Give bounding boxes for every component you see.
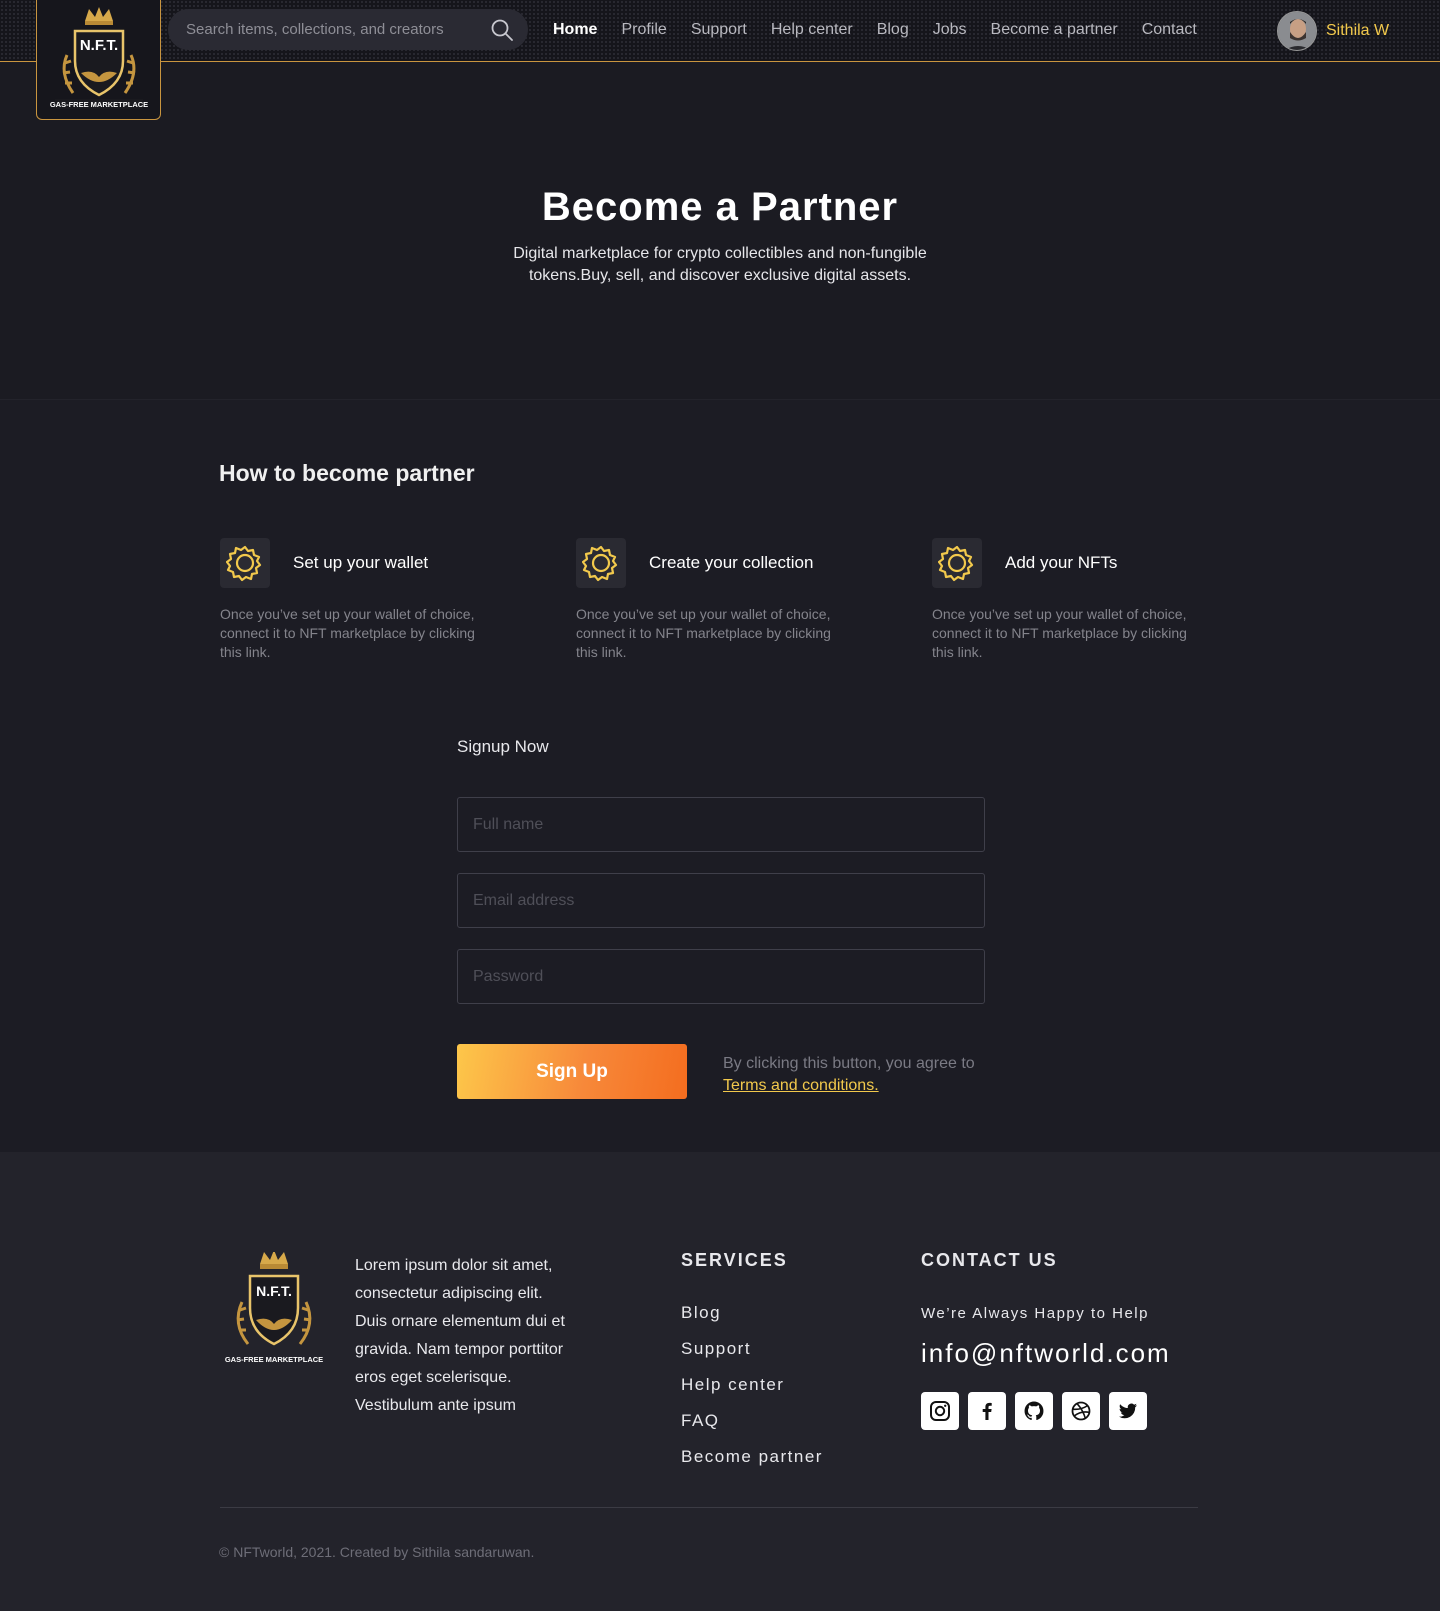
search-input[interactable] xyxy=(186,9,486,50)
hero-section: Become a Partner Digital marketplace for… xyxy=(0,63,1440,400)
signup-button[interactable]: Sign Up xyxy=(457,1044,687,1099)
terms-notice: By clicking this button, you agree to Te… xyxy=(723,1053,975,1097)
step-description: Once you’ve set up your wallet of choice… xyxy=(576,606,831,660)
page-title: Become a Partner xyxy=(541,185,899,229)
gear-icon xyxy=(932,538,982,588)
email-field[interactable] xyxy=(457,873,985,928)
nav-contact[interactable]: Contact xyxy=(1142,21,1197,39)
nav-profile[interactable]: Profile xyxy=(621,21,666,39)
site-logo[interactable]: N.F.T. GAS-FREE MARKETPLACE xyxy=(36,0,161,120)
user-avatar-icon xyxy=(1278,12,1316,50)
facebook-icon[interactable] xyxy=(968,1392,1006,1430)
logo-tagline-text: GAS-FREE MARKETPLACE xyxy=(49,100,147,109)
terms-link[interactable]: Terms and conditions. xyxy=(723,1077,879,1094)
twitter-icon[interactable] xyxy=(1109,1392,1147,1430)
services-heading: SERVICES xyxy=(681,1250,788,1270)
dribbble-icon[interactable] xyxy=(1062,1392,1100,1430)
step-title: Add your NFTs xyxy=(1005,553,1118,572)
social-links xyxy=(921,1392,1147,1430)
footer-about-text: Lorem ipsum dolor sit amet, consectetur … xyxy=(355,1257,565,1414)
gear-icon xyxy=(220,538,270,588)
instagram-icon[interactable] xyxy=(921,1392,959,1430)
footer-link-help-center[interactable]: Help center xyxy=(681,1373,823,1409)
user-menu[interactable]: Sithila W xyxy=(1277,11,1389,51)
contact-tagline: We’re Always Happy to Help xyxy=(921,1305,1149,1322)
hero-subtitle: Digital marketplace for crypto collectib… xyxy=(513,245,927,284)
step-title: Create your collection xyxy=(649,553,814,572)
fullname-field[interactable] xyxy=(457,797,985,852)
signup-title: Signup Now xyxy=(457,737,549,756)
top-navbar: Home Profile Support Help center Blog Jo… xyxy=(0,0,1440,62)
contact-heading: CONTACT US xyxy=(921,1250,1058,1270)
nav-jobs[interactable]: Jobs xyxy=(933,21,967,39)
footer-logo-brand: N.F.T. xyxy=(256,1283,292,1299)
contact-email[interactable]: info@nftworld.com xyxy=(921,1338,1171,1369)
copyright-text: © NFTworld, 2021. Created by Sithila san… xyxy=(219,1544,535,1560)
nav-blog[interactable]: Blog xyxy=(877,21,909,39)
services-list: Blog Support Help center FAQ Become part… xyxy=(681,1301,823,1481)
step-description: Once you’ve set up your wallet of choice… xyxy=(220,606,475,660)
nav-home[interactable]: Home xyxy=(553,21,597,39)
search-bar[interactable] xyxy=(168,9,528,50)
user-name[interactable]: Sithila W xyxy=(1326,22,1389,40)
nav-support[interactable]: Support xyxy=(691,21,747,39)
footer-divider xyxy=(220,1507,1198,1508)
password-field[interactable] xyxy=(457,949,985,1004)
footer-link-become-partner[interactable]: Become partner xyxy=(681,1445,823,1481)
how-section-title: How to become partner xyxy=(219,460,475,486)
footer: N.F.T. GAS-FREE MARKETPLACE Lorem ipsum … xyxy=(0,1152,1440,1611)
footer-link-blog[interactable]: Blog xyxy=(681,1301,823,1337)
footer-link-faq[interactable]: FAQ xyxy=(681,1409,823,1445)
nft-logo-icon: N.F.T. GAS-FREE MARKETPLACE xyxy=(49,7,148,109)
footer-logo[interactable]: N.F.T. GAS-FREE MARKETPLACE xyxy=(220,1252,328,1370)
gear-icon xyxy=(576,538,626,588)
terms-notice-text: By clicking this button, you agree to xyxy=(723,1055,975,1072)
footer-logo-tagline: GAS-FREE MARKETPLACE xyxy=(225,1355,323,1364)
nav-help-center[interactable]: Help center xyxy=(771,21,853,39)
step-description: Once you’ve set up your wallet of choice… xyxy=(932,606,1187,660)
main-nav: Home Profile Support Help center Blog Jo… xyxy=(553,21,1221,39)
avatar[interactable] xyxy=(1277,11,1317,51)
github-icon[interactable] xyxy=(1015,1392,1053,1430)
search-icon[interactable] xyxy=(490,18,514,42)
logo-brand-text: N.F.T. xyxy=(79,37,117,54)
step-title: Set up your wallet xyxy=(293,553,429,572)
footer-link-support[interactable]: Support xyxy=(681,1337,823,1373)
nav-become-partner[interactable]: Become a partner xyxy=(991,21,1118,39)
